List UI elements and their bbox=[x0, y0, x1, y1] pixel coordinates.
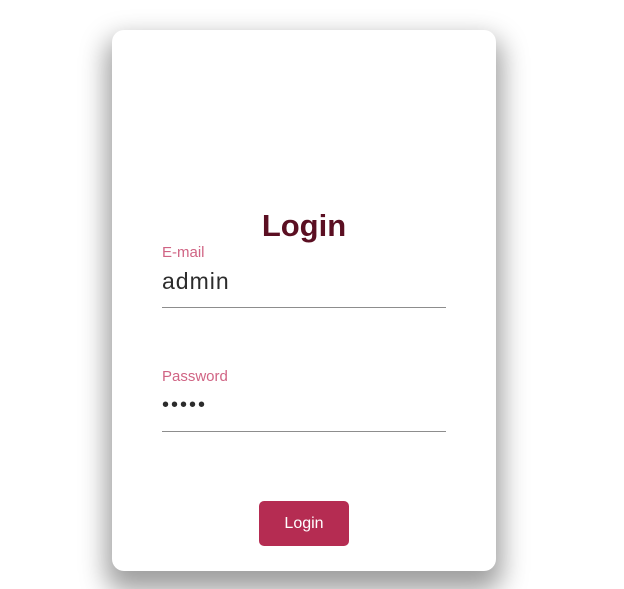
email-field[interactable] bbox=[162, 265, 446, 297]
password-field[interactable] bbox=[162, 389, 446, 421]
password-field-group: Password bbox=[162, 367, 446, 432]
login-card: Login E-mail Password Login bbox=[112, 30, 496, 571]
login-button[interactable]: Login bbox=[259, 501, 349, 546]
password-label: Password bbox=[162, 368, 228, 385]
email-field-group: E-mail bbox=[162, 243, 446, 308]
email-label: E-mail bbox=[162, 244, 205, 261]
login-title: Login bbox=[261, 208, 347, 243]
